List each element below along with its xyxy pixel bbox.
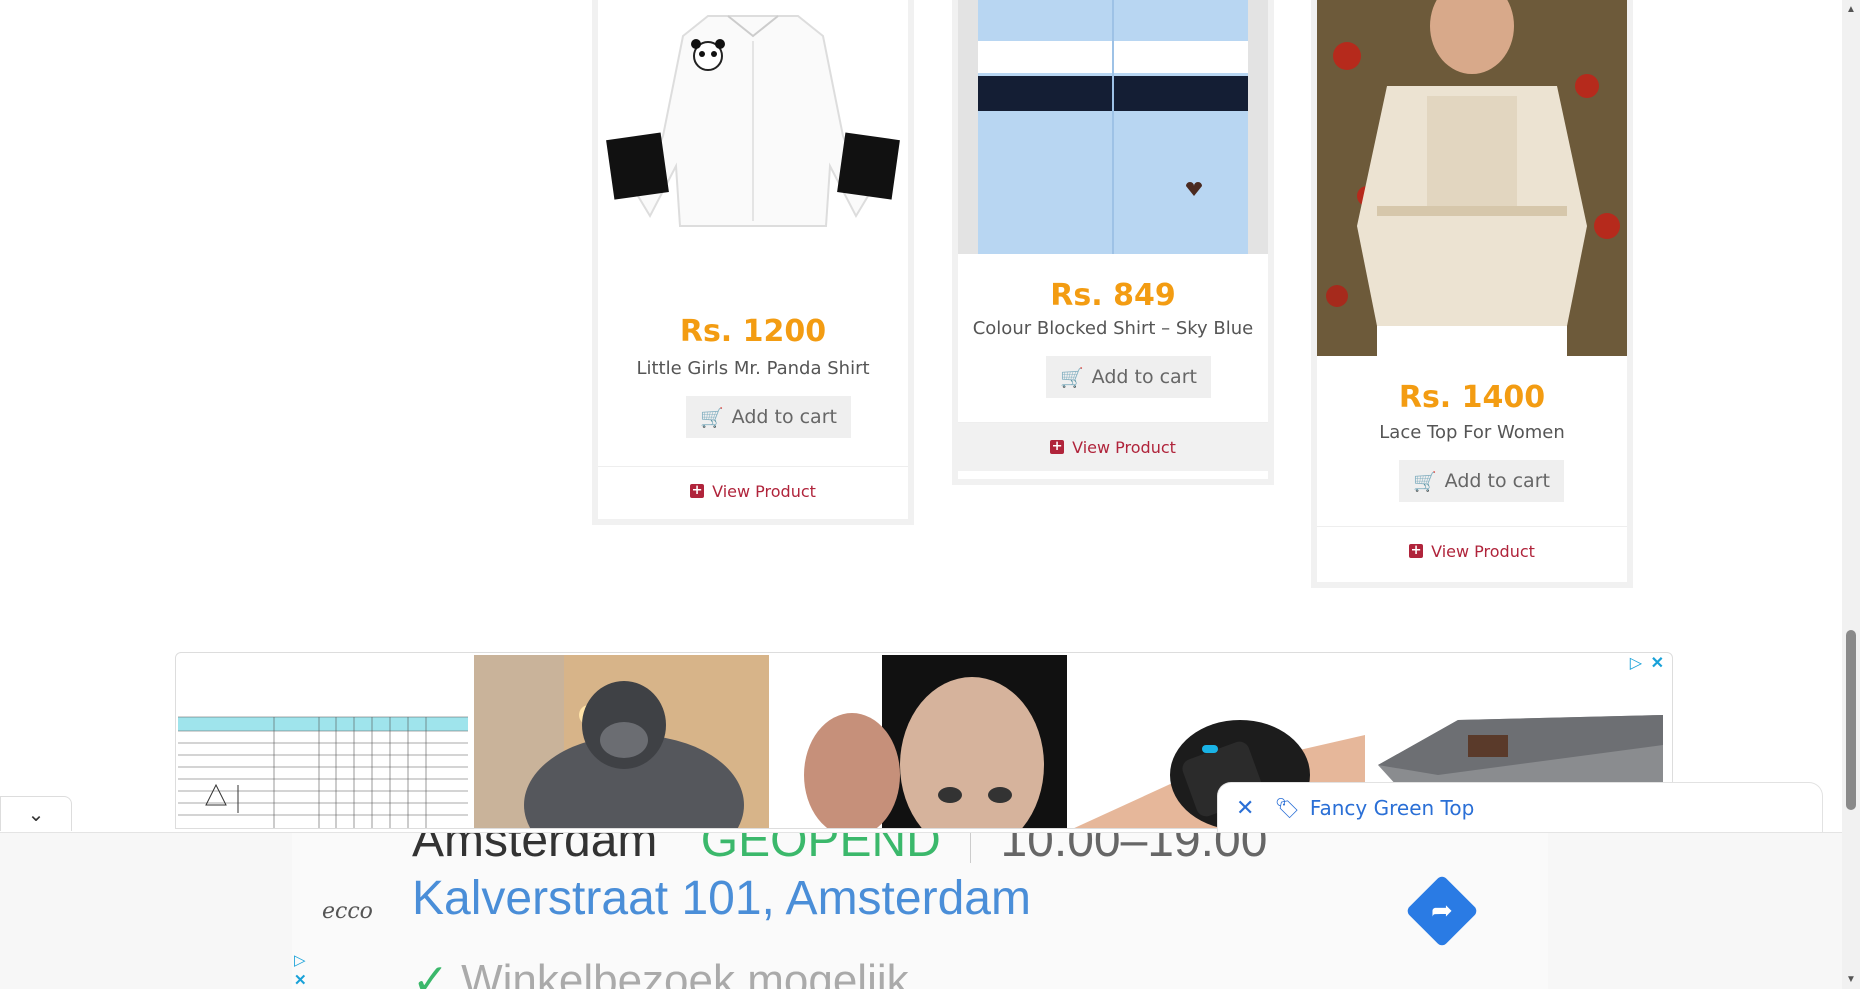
scrollbar-thumb[interactable] <box>1846 630 1856 810</box>
product-card: Rs. 1400 Lace Top For Women 🛒 Add to car… <box>1311 0 1633 588</box>
banner-content[interactable]: Amsterdam GEOPEND 10.00–19.00 ecco Kalve… <box>292 833 1548 989</box>
add-to-cart-button[interactable]: 🛒 Add to cart <box>1399 460 1564 502</box>
tag-icon: 🏷 <box>1274 796 1300 820</box>
view-product-label: View Product <box>1072 437 1176 457</box>
page: Rs. 1200 Little Girls Mr. Panda Shirt 🛒 … <box>0 0 1842 989</box>
directions-icon[interactable]: ➦ <box>1405 874 1479 948</box>
ad-tile-masks[interactable] <box>772 655 1067 828</box>
check-icon: ✓ <box>412 956 462 989</box>
bottom-banner-ad[interactable]: Amsterdam GEOPEND 10.00–19.00 ecco Kalve… <box>0 832 1842 989</box>
view-product-link[interactable]: + View Product <box>1317 526 1627 575</box>
ad-choices-icon[interactable]: ▷ <box>294 951 306 969</box>
product-name[interactable]: Little Girls Mr. Panda Shirt <box>598 358 908 379</box>
gorilla-image <box>474 655 769 828</box>
banner-bottom-line: ✓ Winkelbezoek mogelijk <box>412 955 909 989</box>
ad-close-icon[interactable]: ✕ <box>1651 653 1664 673</box>
scroll-down-arrow[interactable]: ▼ <box>1846 974 1856 985</box>
ad-choices-icon[interactable]: ▷ <box>1630 653 1642 673</box>
cart-icon: 🛒 <box>1060 366 1084 389</box>
add-to-cart-label: Add to cart <box>1444 470 1550 492</box>
close-icon[interactable]: ✕ <box>1236 796 1254 821</box>
vertical-scrollbar[interactable]: ▲ ▼ <box>1842 0 1860 989</box>
scroll-up-arrow[interactable]: ▲ <box>1846 4 1856 15</box>
visit-note: Winkelbezoek mogelijk <box>461 956 909 989</box>
view-product-label: View Product <box>712 481 816 501</box>
product-image[interactable] <box>598 0 908 286</box>
store-address[interactable]: Kalverstraat 101, Amsterdam <box>412 871 1031 926</box>
product-name[interactable]: Lace Top For Women <box>1317 422 1627 443</box>
product-name[interactable]: Colour Blocked Shirt – Sky Blue <box>958 318 1268 339</box>
city-label: Amsterdam <box>412 833 658 867</box>
product-card: Rs. 1200 Little Girls Mr. Panda Shirt 🛒 … <box>592 0 914 525</box>
opening-hours: 10.00–19.00 <box>1000 833 1268 867</box>
cart-icon: 🛒 <box>700 406 724 429</box>
bald-mask-image <box>772 655 1067 828</box>
product-card: Rs. 849 Colour Blocked Shirt – Sky Blue … <box>952 0 1274 485</box>
collapse-toggle[interactable]: ⌄ <box>0 796 72 831</box>
view-product-link[interactable]: + View Product <box>958 422 1268 471</box>
spec-table-image <box>176 655 471 828</box>
arrow-right-icon: ➦ <box>1431 895 1453 926</box>
ad-tile-gorilla[interactable] <box>474 655 769 828</box>
add-to-cart-label: Add to cart <box>1091 366 1197 388</box>
open-status: GEOPEND <box>700 833 941 867</box>
product-price: Rs. 1200 <box>679 314 827 349</box>
ad-close-icon[interactable]: ✕ <box>294 971 307 989</box>
plus-icon: + <box>1409 543 1424 558</box>
lace-top-image <box>1317 0 1627 356</box>
add-to-cart-button[interactable]: 🛒 Add to cart <box>1046 356 1211 398</box>
product-image[interactable] <box>1317 0 1627 356</box>
hours-divider <box>970 833 972 864</box>
shirt-image <box>958 0 1268 254</box>
cart-icon: 🛒 <box>1413 470 1437 493</box>
product-price: Rs. 849 <box>1050 278 1176 313</box>
product-image[interactable] <box>958 0 1268 254</box>
ad-tile-spec-table[interactable] <box>176 655 471 828</box>
plus-icon: + <box>690 483 705 498</box>
banner-top-line: Amsterdam GEOPEND 10.00–19.00 <box>412 833 1267 868</box>
add-to-cart-label: Add to cart <box>731 406 837 428</box>
view-product-label: View Product <box>1431 541 1535 561</box>
chevron-down-icon: ⌄ <box>27 802 45 826</box>
add-to-cart-button[interactable]: 🛒 Add to cart <box>686 396 851 438</box>
view-product-link[interactable]: + View Product <box>598 466 908 515</box>
suggestion-text[interactable]: Fancy Green Top <box>1310 796 1474 820</box>
brand-logo: ecco <box>322 899 373 924</box>
product-price: Rs. 1400 <box>1398 380 1546 415</box>
plus-icon: + <box>1050 439 1065 454</box>
shirt-image <box>606 15 900 227</box>
search-suggestion-bar[interactable]: ✕ 🏷 Fancy Green Top <box>1217 782 1823 833</box>
